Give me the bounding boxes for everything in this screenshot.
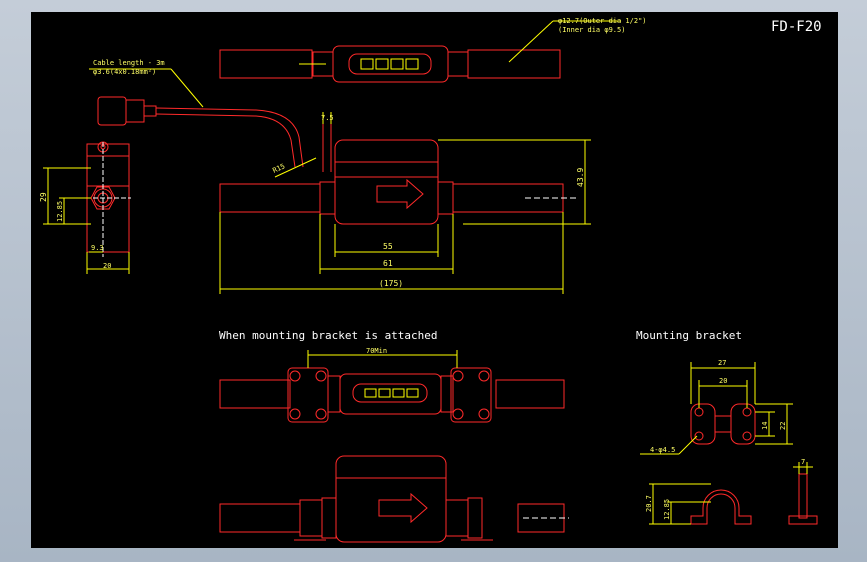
pipe-label-2: (Inner dia φ9.5) [558,26,625,34]
bracket-dim-22: 22 [779,422,787,430]
bracket-attached-heading: When mounting bracket is attached [219,329,438,342]
bracket-dim-7: 7 [801,458,805,466]
cable-label-2: φ3.6(4x0.18mm²) [93,68,156,76]
bracket-dim-20: 20 [719,377,727,385]
bracket-attached-top: 70Min [219,347,565,423]
mounting-bracket-top: 27 20 14 22 4-φ4.5 [640,359,793,455]
mounting-bracket-side: 20.7 12.85 [645,483,752,525]
cable-callout: Cable length - 3m φ3.6(4x0.18mm²) [89,59,204,108]
cad-drawing: FD-F20 φ12.7(Outer dia 1/2") (Inner dia … [39,17,822,543]
dim-9-3: 9.3 [91,244,104,252]
dim-43-9: 43.9 [576,168,585,187]
dim-70min: 70Min [366,347,387,355]
dim-29: 29 [39,192,48,202]
bracket-attached-side [219,455,569,543]
dim-61: 61 [383,259,393,268]
dim-12-85: 12.85 [56,201,64,222]
bracket-dim-12-85: 12.85 [663,499,671,520]
dim-55: 55 [383,242,393,251]
top-view: φ12.7(Outer dia 1/2") (Inner dia φ9.5) [219,17,647,83]
bracket-dim-14: 14 [761,422,769,430]
dim-175: (175) [379,279,403,288]
cable-label-1: Cable length - 3m [93,59,165,67]
mounting-bracket-end: 7 [788,458,818,525]
dim-20: 20 [103,262,111,270]
drawing-title: FD-F20 [771,19,822,35]
end-view: 29 12.85 9.3 20 [39,141,131,274]
mounting-bracket-heading: Mounting bracket [636,329,742,342]
side-view: 7.5 R15 43.9 55 61 (175) [219,112,591,294]
drawing-canvas: FD-F20 φ12.7(Outer dia 1/2") (Inner dia … [31,12,838,548]
holes-label: 4-φ4.5 [650,446,675,454]
dim-7-5: 7.5 [321,114,334,122]
bracket-dim-20-7: 20.7 [645,495,653,512]
pipe-label-1: φ12.7(Outer dia 1/2") [558,17,647,25]
bracket-dim-27: 27 [718,359,726,367]
